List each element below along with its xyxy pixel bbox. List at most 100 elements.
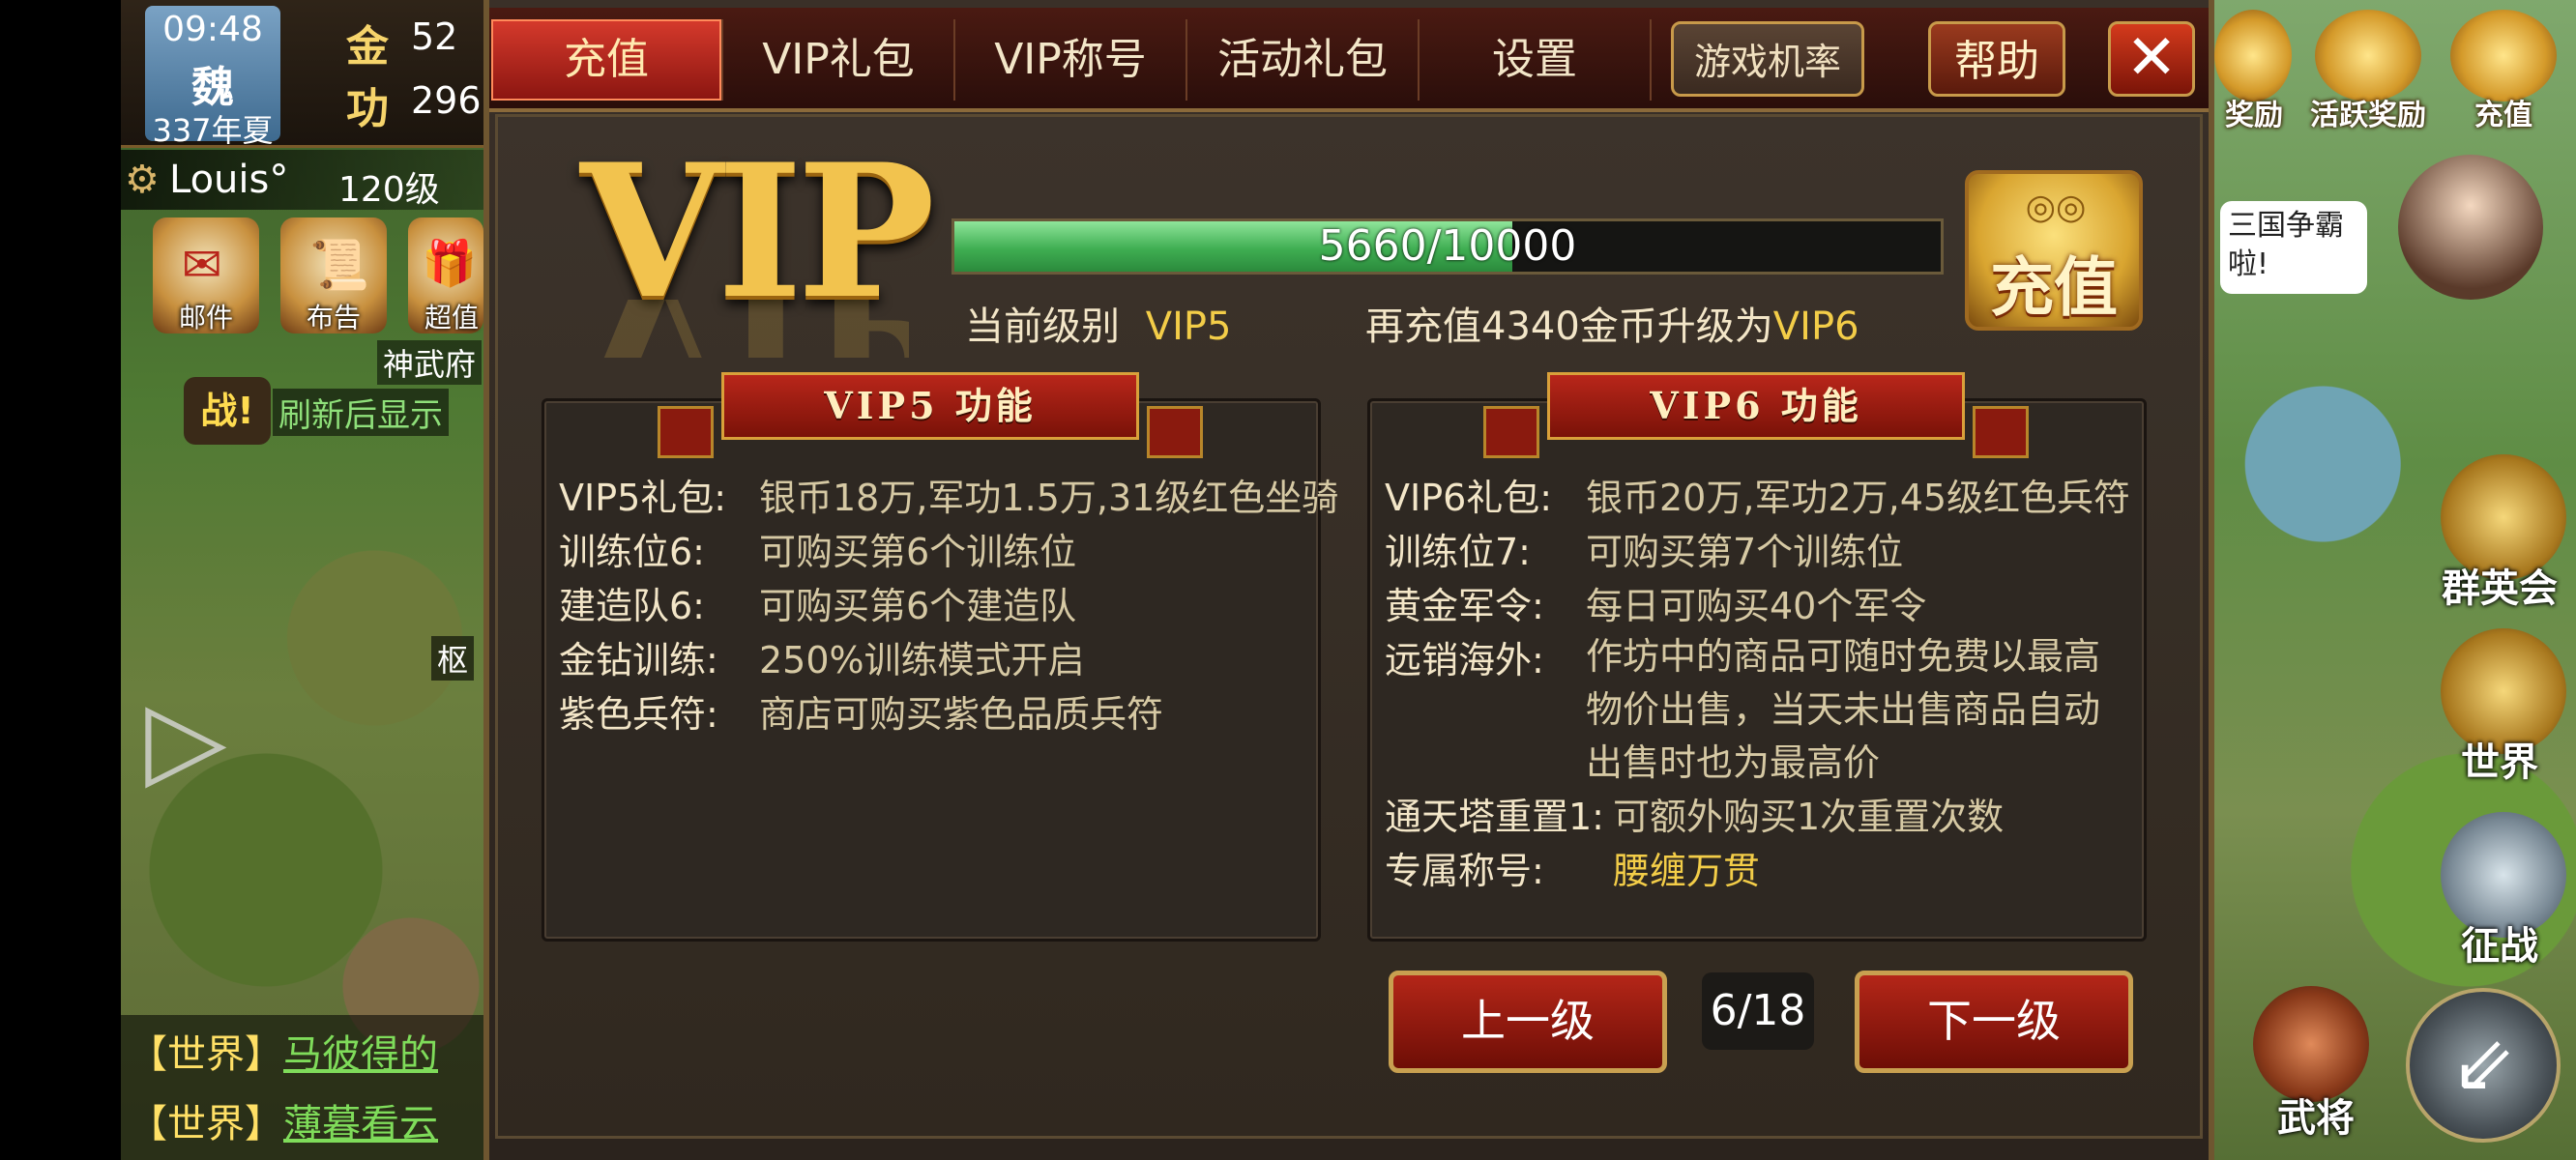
notice-button[interactable]: 📜 布告	[280, 218, 387, 334]
coins-icon: ◎◎	[2025, 188, 2087, 227]
chat-sender[interactable]: 薄暮看云	[283, 1102, 438, 1146]
recharge-button-label: 充值	[1990, 250, 2118, 325]
gift-icon: 🎁	[422, 237, 478, 289]
heroes-button[interactable]: 群英会	[2431, 454, 2576, 611]
feature-label: 紫色兵符:	[559, 693, 718, 736]
chat-line: 【世界】薄暮看云	[129, 1092, 438, 1148]
current-level-label: 当前级别	[965, 304, 1120, 349]
collapse-menu-icon[interactable]: ⇙	[2406, 988, 2561, 1143]
gold-value: 52	[411, 15, 458, 58]
feature-value: 作坊中的商品可随时免费以最高物价出售，当天未出售商品自动出售时也为最高价	[1586, 635, 2101, 784]
feature-label: 训练位7:	[1385, 531, 1531, 573]
current-level-line: 当前级别 VIP5	[965, 295, 1231, 351]
feature-value: 可购买第6个训练位	[759, 531, 1077, 573]
coins-icon	[2450, 10, 2557, 102]
city-label: 神武府	[377, 340, 483, 385]
upgrade-text: 再充值4340金币升级为	[1365, 304, 1773, 349]
vip-progress-text: 5660/10000	[1318, 221, 1577, 271]
world-button[interactable]: 世界	[2431, 628, 2576, 785]
player-name: Louis°	[169, 158, 289, 202]
feature-label: 建造队6:	[559, 585, 705, 627]
kingdom-name: 魏	[191, 63, 234, 112]
feature-value: 腰缠万贯	[1613, 850, 1761, 892]
bubble-line: 啦!	[2228, 247, 2269, 281]
vip-logo-reflection: VIP	[580, 300, 909, 358]
chat-channel: 【世界】	[129, 1102, 283, 1146]
feature-label: VIP5礼包:	[559, 477, 727, 519]
tab-vip-title[interactable]: VIP称号	[955, 19, 1187, 101]
upgrade-line: 再充值4340金币升级为VIP6	[1365, 295, 1859, 351]
war-badge[interactable]: 战!	[184, 377, 271, 445]
ribbon-tail	[658, 406, 714, 458]
chat-line: 【世界】马彼得的	[129, 1023, 438, 1079]
notice-label: 布告	[306, 302, 361, 334]
tab-vip-gift[interactable]: VIP礼包	[723, 19, 955, 101]
close-icon: ✕	[2125, 22, 2178, 94]
recharge-shortcut-button[interactable]: 充值	[2437, 10, 2572, 132]
help-button[interactable]: 帮助	[1928, 21, 2065, 97]
clock-time: 09:48	[162, 10, 263, 49]
feature-label: 金钻训练:	[559, 639, 718, 682]
player-info-row[interactable]: ⚙ Louis° 120级	[121, 150, 483, 210]
npc-speech-bubble[interactable]: 三国争霸 啦!	[2220, 201, 2367, 294]
active-reward-button[interactable]: 活跃奖励	[2301, 10, 2437, 132]
fan-icon	[2315, 10, 2421, 102]
tab-settings[interactable]: 设置	[1420, 19, 1652, 101]
feature-label: 远销海外:	[1385, 639, 1544, 682]
heroes-label: 群英会	[2442, 566, 2558, 611]
chest-icon	[2214, 10, 2292, 102]
merit-value: 296	[411, 79, 482, 122]
feature-label: 训练位6:	[559, 531, 705, 573]
ribbon-tail	[1147, 406, 1203, 458]
generals-label: 武将	[2277, 1096, 2355, 1141]
merit-label: 功	[346, 84, 389, 133]
player-level: 120级	[338, 170, 440, 210]
feature-label: 专属称号:	[1385, 850, 1544, 892]
campaign-label: 征战	[2461, 924, 2538, 969]
feature-value: 可额外购买1次重置次数	[1613, 796, 2005, 838]
next-level-button[interactable]: 下一级	[1855, 971, 2133, 1073]
chat-sender[interactable]: 马彼得的	[283, 1032, 438, 1077]
npc-portrait[interactable]	[2398, 155, 2543, 300]
game-odds-button[interactable]: 游戏机率	[1671, 21, 1864, 97]
active-reward-label: 活跃奖励	[2310, 99, 2426, 132]
general-icon	[2253, 986, 2369, 1102]
feature-value: 商店可购买紫色品质兵符	[759, 693, 1164, 736]
vip-progress-bar: 5660/10000	[951, 218, 1944, 275]
time-kingdom-badge: 09:48 魏 337年夏	[145, 6, 280, 149]
chat-channel: 【世界】	[129, 1032, 283, 1077]
next-level-value: VIP6	[1772, 304, 1859, 349]
feature-label: 黄金军令:	[1385, 585, 1544, 627]
current-vip-features-title: VIP5 功能	[721, 372, 1139, 440]
refresh-hint: 刷新后显示	[273, 389, 449, 436]
bubble-line: 三国争霸	[2228, 209, 2344, 243]
generals-button[interactable]: 武将	[2253, 986, 2379, 1155]
feature-label: VIP6礼包:	[1385, 477, 1553, 519]
previous-level-button[interactable]: 上一级	[1389, 971, 1667, 1073]
tab-recharge[interactable]: 充值	[491, 19, 723, 101]
gold-label: 金	[346, 22, 389, 72]
page-indicator: 6/18	[1702, 972, 1814, 1050]
feature-value: 可购买第7个训练位	[1586, 531, 1904, 573]
recharge-shortcut-label: 充值	[2474, 99, 2532, 132]
close-button[interactable]: ✕	[2108, 21, 2195, 97]
mail-label: 邮件	[178, 302, 233, 334]
mail-button[interactable]: ✉ 邮件	[153, 218, 259, 334]
mail-icon: ✉	[182, 237, 222, 293]
expand-arrow-icon[interactable]: ▷	[145, 677, 227, 800]
feature-label: 通天塔重置1:	[1385, 796, 1604, 838]
world-chat[interactable]: 【世界】马彼得的 【世界】薄暮看云	[121, 1015, 483, 1160]
next-vip-features-title: VIP6 功能	[1547, 372, 1965, 440]
current-level-value: VIP5	[1145, 304, 1232, 349]
building-label[interactable]: 枢	[431, 636, 475, 681]
reward-button[interactable]: 奖励	[2214, 10, 2297, 132]
ribbon-tail	[1973, 406, 2029, 458]
scroll-icon: 📜	[309, 237, 370, 293]
recharge-button[interactable]: ◎◎ 充值	[1965, 170, 2143, 331]
feature-value: 250%训练模式开启	[759, 639, 1085, 682]
tab-event-gift[interactable]: 活动礼包	[1187, 19, 1420, 101]
feature-value: 银币20万,军功2万,45级红色兵符	[1586, 477, 2131, 519]
campaign-button[interactable]: 征战	[2431, 812, 2576, 969]
gear-icon: ⚙	[125, 158, 160, 202]
value-pack-button[interactable]: 🎁 超值	[408, 218, 483, 334]
